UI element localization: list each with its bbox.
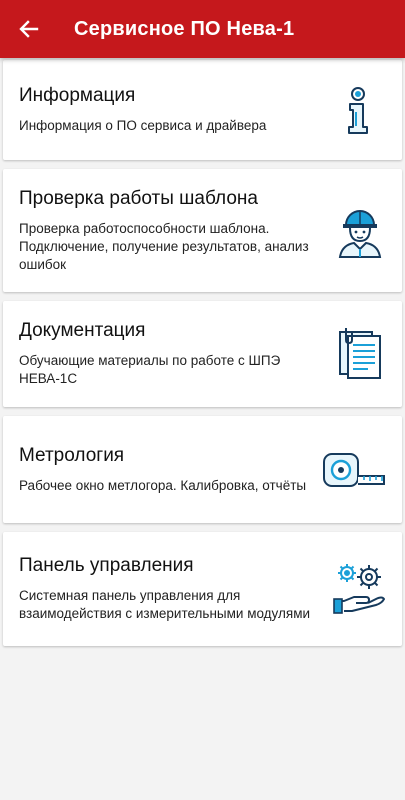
documents-icon [332,326,388,382]
menu-item-title: Проверка работы шаблона [19,187,258,209]
menu-item-info[interactable]: Информация Информация о ПО сервиса и дра… [3,60,402,160]
gears-hand-icon [332,561,388,617]
page-title: Сервисное ПО Нева-1 [74,17,295,40]
menu-list: Информация Информация о ПО сервиса и дра… [0,58,405,646]
menu-item-title: Панель управления [19,555,194,576]
info-icon [332,82,388,138]
menu-item-description: Информация о ПО сервиса и драйвера [19,118,267,133]
tape-measure-icon [322,442,388,498]
back-button[interactable] [0,0,58,58]
back-arrow-icon [19,20,39,38]
menu-item-metrology[interactable]: Метрология Рабочее окно метлогора. Калиб… [3,416,402,523]
menu-item-control-panel[interactable]: Панель управления Системная панель управ… [3,532,402,646]
menu-item-title: Информация [19,85,136,106]
menu-item-title: Документация [19,320,146,341]
menu-item-title: Метрология [19,444,125,466]
menu-item-description: Обучающие материалы по работе с ШПЭ НЕВА… [19,353,281,386]
menu-item-description: Системная панель управления для взаимоде… [19,588,311,621]
engineer-icon [332,203,388,259]
app-bar: Сервисное ПО Нева-1 [0,0,405,58]
menu-item-documentation[interactable]: Документация Обучающие материалы по рабо… [3,301,402,407]
menu-item-template-check[interactable]: Проверка работы шаблона Проверка работос… [3,169,402,292]
menu-item-description: Проверка работоспособности шаблона. Подк… [19,220,309,272]
menu-item-description: Рабочее окно метлогора. Калибровка, отчё… [19,477,307,493]
